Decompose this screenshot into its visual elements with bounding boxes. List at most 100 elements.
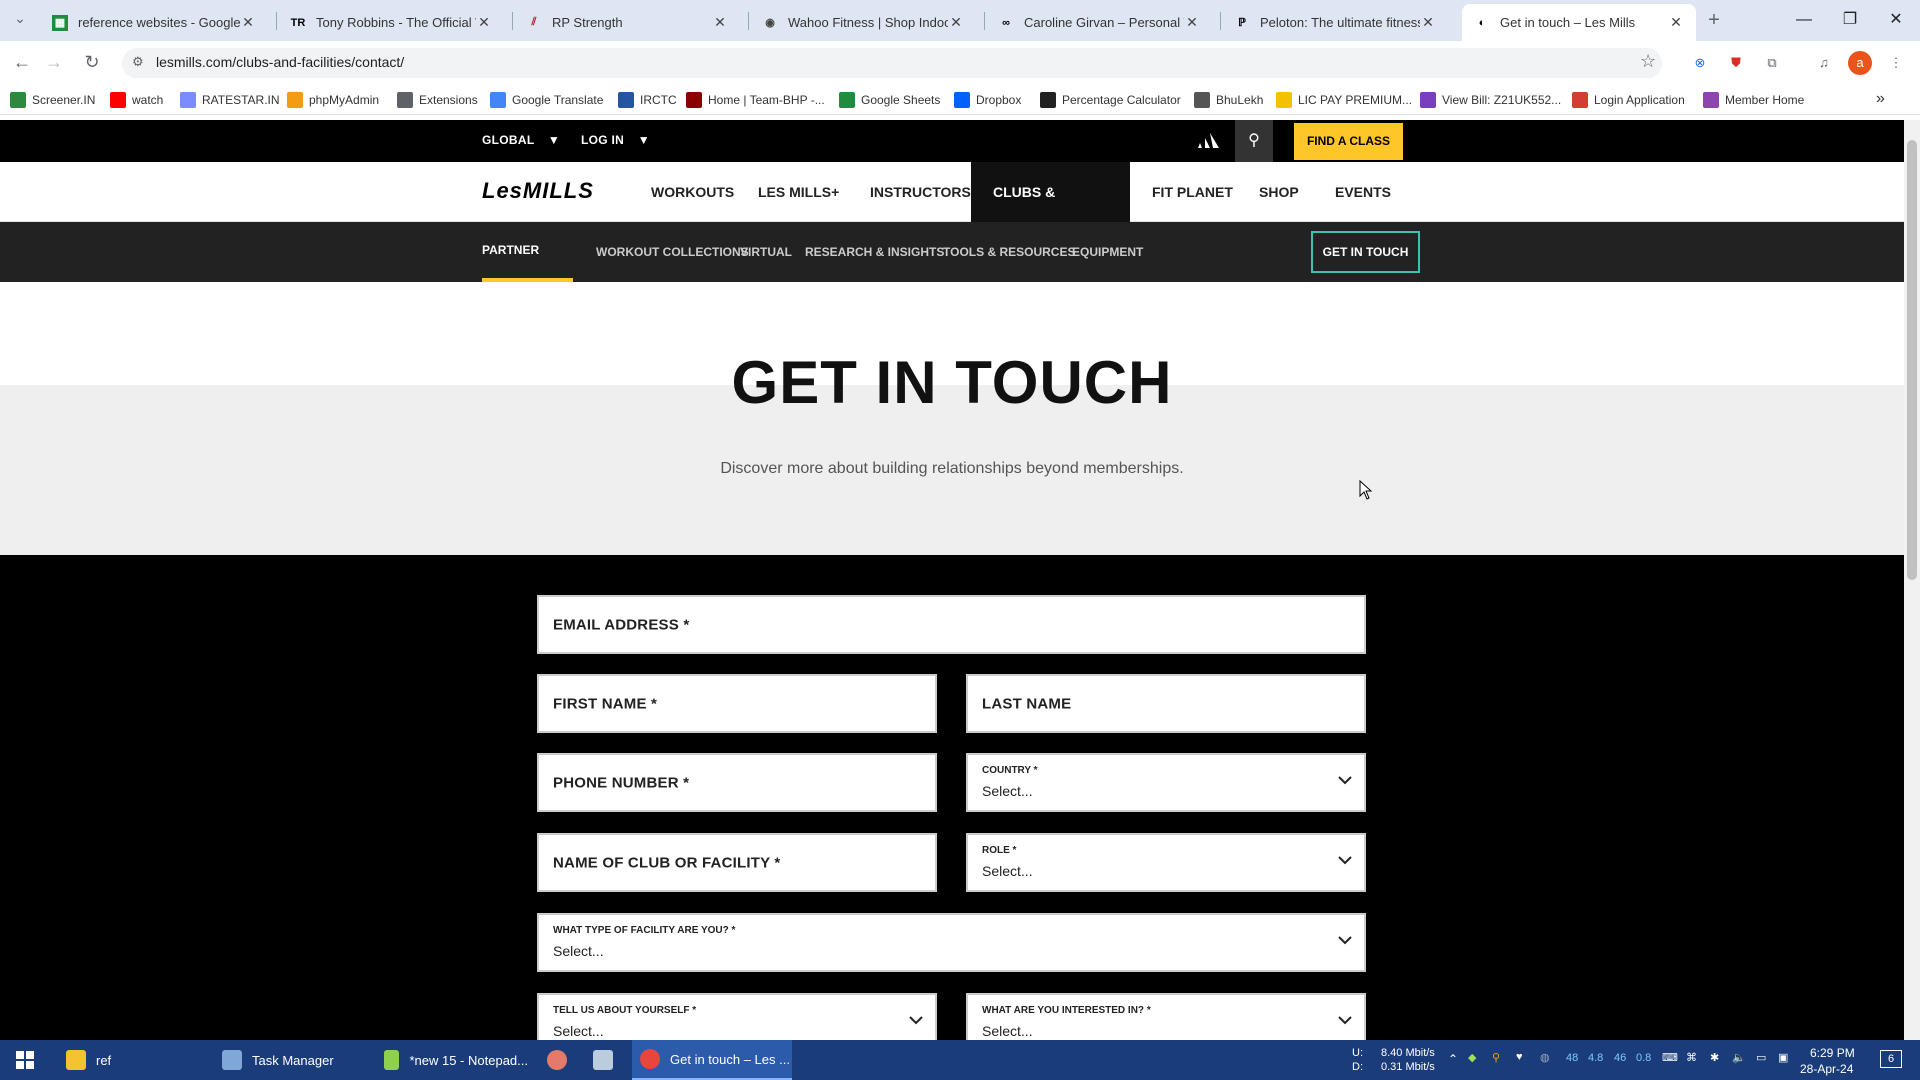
nav-workouts[interactable]: WORKOUTS [651,162,734,222]
back-icon[interactable]: ← [8,50,36,74]
interest-select[interactable]: WHAT ARE YOU INTERESTED IN? * Select... [966,993,1366,1040]
nav-instructors[interactable]: INSTRUCTORS [870,162,971,222]
find-a-class-button[interactable]: FIND A CLASS [1294,123,1403,160]
tray-search-icon[interactable]: ⚲ [1492,1051,1500,1064]
close-tab-icon[interactable]: ✕ [1420,14,1436,31]
restore-icon[interactable]: ❐ [1830,6,1870,34]
nav-les-mills-plus[interactable]: LES MILLS+ [758,162,839,222]
tray-language-icon[interactable]: ⌘ [1686,1051,1697,1064]
bookmark-item[interactable]: Login Application [1572,92,1685,108]
subnav-research-insights[interactable]: RESEARCH & INSIGHTS [805,222,944,282]
bookmark-item[interactable]: Home | Team-BHP -... [686,92,825,108]
taskbar-item-chrome[interactable]: Get in touch – Les ... [632,1040,792,1080]
bookmark-item[interactable]: RATESTAR.IN [180,92,280,108]
bookmark-item[interactable]: Percentage Calculator [1040,92,1181,108]
browser-tab[interactable]: ▦ reference websites - Google Sh ✕ [40,4,268,41]
subnav-equipment[interactable]: EQUIPMENT [1072,222,1143,282]
nav-events[interactable]: EVENTS [1335,162,1391,222]
phone-field[interactable]: PHONE NUMBER * [537,753,937,812]
login-menu[interactable]: LOG IN ▼ [581,133,650,147]
tray-shield-icon[interactable]: ♥ [1516,1051,1523,1063]
close-tab-icon[interactable]: ✕ [240,14,256,31]
menu-kebab-icon[interactable]: ⋮ [1884,51,1908,75]
subnav-partner-with-us[interactable]: PARTNER WITH US [482,222,573,313]
bookmark-item[interactable]: BhuLekh [1194,92,1263,108]
global-region-selector[interactable]: GLOBAL ▼ [482,133,560,147]
nav-clubs-facilities[interactable]: CLUBS & FACILITIES [971,162,1130,260]
about-yourself-select[interactable]: TELL US ABOUT YOURSELF * Select... [537,993,937,1040]
site-info-icon[interactable]: ⚙ [132,54,144,70]
minimize-icon[interactable]: — [1784,6,1824,34]
browser-tab[interactable]: ⫽ RP Strength ✕ [514,4,740,41]
close-tab-icon[interactable]: ✕ [712,14,728,31]
extension-icon[interactable]: ⊗ [1688,51,1712,75]
bookmark-item[interactable]: IRCTC [618,92,677,108]
close-tab-icon[interactable]: ✕ [948,14,964,31]
taskbar-item[interactable]: ref [60,1040,210,1080]
bookmark-item[interactable]: phpMyAdmin [287,92,379,108]
close-tab-icon[interactable]: ✕ [1184,14,1200,31]
facility-type-select[interactable]: WHAT TYPE OF FACILITY ARE YOU? * Select.… [537,913,1366,972]
battery-icon[interactable]: ▭ [1756,1051,1766,1064]
bookmark-item[interactable]: Dropbox [954,92,1021,108]
tray-globe-icon[interactable]: ◍ [1540,1051,1550,1064]
close-tab-icon[interactable]: ✕ [476,14,492,31]
tray-chevron-up-icon[interactable]: ⌃ [1448,1052,1458,1066]
bookmark-star-icon[interactable]: ☆ [1640,51,1656,72]
bookmark-item[interactable]: Google Translate [490,92,603,108]
url-text[interactable]: lesmills.com/clubs-and-facilities/contac… [156,54,404,70]
last-name-field[interactable]: LAST NAME [966,674,1366,733]
close-tab-icon[interactable]: ✕ [1668,14,1684,31]
clock-time[interactable]: 6:29 PM [1810,1046,1855,1060]
folder-icon [66,1050,86,1070]
country-select[interactable]: COUNTRY * Select... [966,753,1366,812]
lesmills-logo[interactable]: LesMILLS [482,178,594,204]
role-select[interactable]: ROLE * Select... [966,833,1366,892]
nav-fit-planet[interactable]: FIT PLANET [1152,162,1233,222]
bookmark-item[interactable]: Extensions [397,92,478,108]
clock-date[interactable]: 28-Apr-24 [1800,1062,1853,1076]
taskbar-item[interactable]: *new 15 - Notepad... [378,1040,528,1080]
tray-keyboard-icon[interactable]: ⌨ [1662,1051,1678,1064]
window-close-icon[interactable]: ✕ [1876,6,1916,34]
taskbar-item[interactable] [586,1040,620,1080]
browser-tab[interactable]: ◉ Wahoo Fitness | Shop Indoor B ✕ [750,4,976,41]
subnav-virtual[interactable]: VIRTUAL [740,222,792,282]
profile-avatar[interactable]: a [1848,51,1872,75]
tray-app2-icon[interactable]: ✱ [1710,1051,1719,1064]
bookmark-item[interactable]: View Bill: Z21UK552... [1420,92,1561,108]
taskbar-item[interactable]: Task Manager [216,1040,371,1080]
subnav-workout-collections[interactable]: WORKOUT COLLECTIONS [596,222,749,282]
get-in-touch-button[interactable]: GET IN TOUCH [1311,231,1420,273]
page-scrollbar-thumb[interactable] [1907,140,1917,580]
nav-shop[interactable]: SHOP [1259,162,1299,222]
first-name-field[interactable]: FIRST NAME * [537,674,937,733]
bookmark-item[interactable]: LIC PAY PREMIUM... [1276,92,1412,108]
bookmark-item[interactable]: Member Home [1703,92,1804,108]
club-name-field[interactable]: NAME OF CLUB OR FACILITY * [537,833,937,892]
media-control-icon[interactable]: ♫ [1812,51,1836,75]
forward-icon[interactable]: → [40,50,68,74]
bookmark-item[interactable]: Google Sheets [839,92,940,108]
browser-tab[interactable]: ℙ Peloton: The ultimate fitness ex ✕ [1222,4,1448,41]
tab-search-icon[interactable]: ⌄ [6,6,34,30]
browser-tab[interactable]: ∞ Caroline Girvan – Personal Trai ✕ [986,4,1212,41]
bookmarks-overflow-icon[interactable]: » [1876,90,1885,108]
tray-app-icon[interactable]: ◆ [1468,1051,1476,1064]
network-icon[interactable]: ▣ [1778,1051,1788,1064]
windows-start-icon[interactable] [10,1040,40,1080]
email-field[interactable]: EMAIL ADDRESS * [537,595,1366,654]
browser-tab-active[interactable]: ◐ Get in touch – Les Mills ✕ [1462,4,1696,41]
site-search-icon[interactable]: ⚲ [1235,120,1273,162]
shield-extension-icon[interactable]: ⛊ [1724,51,1748,75]
subnav-tools-resources[interactable]: TOOLS & RESOURCES [943,222,1075,282]
extensions-puzzle-icon[interactable]: ⧉ [1760,51,1784,75]
bookmark-item[interactable]: Screener.IN [10,92,95,108]
notifications-icon[interactable]: 6 [1880,1050,1902,1068]
browser-tab[interactable]: TR Tony Robbins - The Official Wel ✕ [278,4,504,41]
volume-icon[interactable]: 🔈 [1732,1051,1746,1064]
bookmark-item[interactable]: watch [110,92,163,108]
new-tab-icon[interactable]: + [1700,8,1728,32]
reload-icon[interactable]: ↻ [78,50,106,74]
taskbar-item[interactable] [540,1040,574,1080]
